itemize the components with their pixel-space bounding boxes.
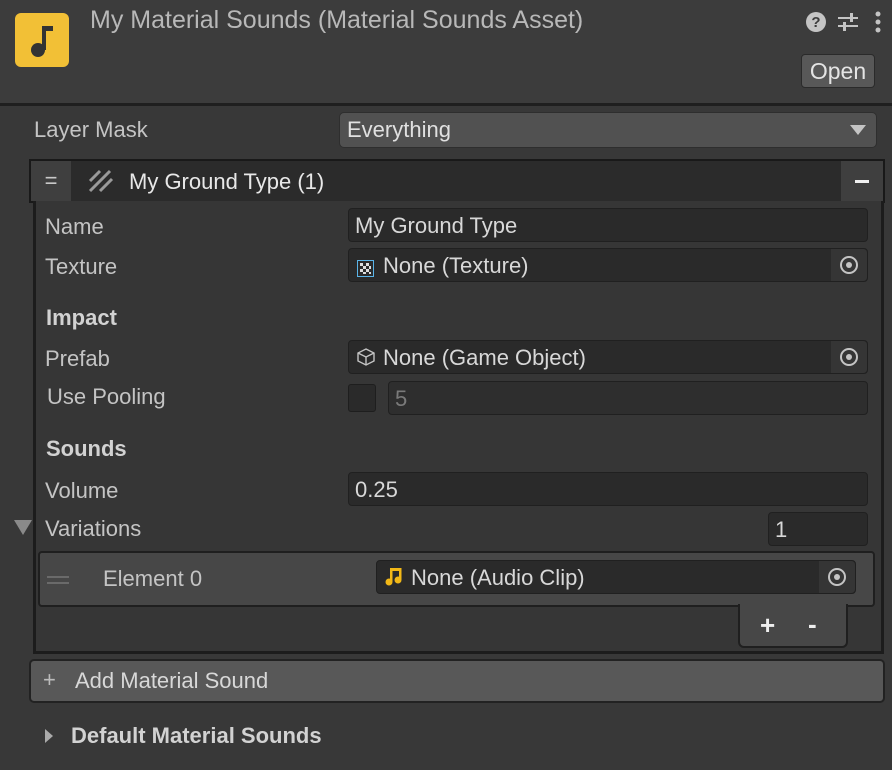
list-item: Element 0 None (Audio Clip) bbox=[38, 551, 875, 607]
asset-title: My Material Sounds (Material Sounds Asse… bbox=[90, 6, 584, 34]
variations-label: Variations bbox=[45, 516, 142, 541]
name-field[interactable]: My Ground Type bbox=[348, 208, 868, 242]
pool-size-value: 5 bbox=[395, 386, 408, 411]
audio-clip-value: None (Audio Clip) bbox=[411, 565, 585, 590]
list-footer: + - bbox=[738, 604, 848, 648]
remove-ground-type-button[interactable] bbox=[841, 161, 883, 201]
music-note-icon bbox=[15, 13, 69, 67]
add-material-sound-button[interactable]: + Add Material Sound bbox=[29, 659, 885, 703]
layer-mask-dropdown[interactable]: Everything bbox=[339, 112, 877, 148]
open-button[interactable]: Open bbox=[801, 54, 875, 88]
object-picker-icon[interactable] bbox=[819, 561, 855, 593]
volume-value: 0.25 bbox=[355, 477, 398, 502]
texture-field[interactable]: None (Texture) bbox=[348, 248, 868, 282]
layer-mask-value: Everything bbox=[347, 117, 451, 142]
ground-type-icon bbox=[88, 169, 114, 199]
help-icon[interactable]: ? bbox=[804, 10, 828, 34]
use-pooling-checkbox[interactable] bbox=[348, 384, 376, 412]
object-picker-icon[interactable] bbox=[831, 341, 867, 373]
texture-value: None (Texture) bbox=[383, 253, 529, 278]
chevron-down-icon bbox=[850, 125, 866, 135]
name-label: Name bbox=[45, 214, 104, 239]
prefab-label: Prefab bbox=[45, 346, 110, 371]
volume-field[interactable]: 0.25 bbox=[348, 472, 868, 506]
object-picker-icon[interactable] bbox=[831, 249, 867, 281]
audio-clip-field[interactable]: None (Audio Clip) bbox=[376, 560, 856, 594]
foldout-collapsed-icon[interactable] bbox=[45, 729, 53, 743]
foldout-expanded-icon[interactable] bbox=[14, 520, 32, 535]
ground-type-title: My Ground Type (1) bbox=[129, 169, 325, 194]
layer-mask-label: Layer Mask bbox=[34, 117, 148, 142]
ground-type-header[interactable]: = My Ground Type (1) bbox=[29, 159, 885, 203]
name-value: My Ground Type bbox=[355, 213, 518, 238]
volume-label: Volume bbox=[45, 478, 119, 503]
element-label: Element 0 bbox=[103, 566, 203, 591]
add-element-button[interactable]: + bbox=[760, 610, 775, 641]
texture-icon bbox=[357, 257, 374, 283]
add-material-sound-label: Add Material Sound bbox=[75, 668, 269, 693]
sounds-heading: Sounds bbox=[46, 436, 127, 461]
pool-size-field[interactable]: 5 bbox=[388, 381, 868, 415]
default-material-sounds-foldout[interactable]: Default Material Sounds bbox=[71, 723, 322, 749]
prefab-field[interactable]: None (Game Object) bbox=[348, 340, 868, 374]
presets-icon[interactable] bbox=[836, 10, 860, 34]
plus-icon: + bbox=[43, 667, 56, 692]
drag-handle-icon[interactable]: = bbox=[31, 161, 71, 201]
svg-text:?: ? bbox=[811, 14, 820, 31]
remove-element-button[interactable]: - bbox=[808, 609, 817, 640]
variations-size-value: 1 bbox=[775, 517, 788, 542]
audio-clip-icon bbox=[385, 567, 403, 593]
texture-label: Texture bbox=[45, 254, 118, 279]
impact-heading: Impact bbox=[46, 305, 117, 330]
drag-handle-icon[interactable] bbox=[47, 576, 69, 578]
prefab-value: None (Game Object) bbox=[383, 345, 586, 370]
game-object-icon bbox=[356, 347, 376, 373]
more-options-icon[interactable] bbox=[868, 10, 888, 34]
use-pooling-label: Use Pooling bbox=[47, 384, 166, 409]
variations-size-field[interactable]: 1 bbox=[768, 512, 868, 546]
